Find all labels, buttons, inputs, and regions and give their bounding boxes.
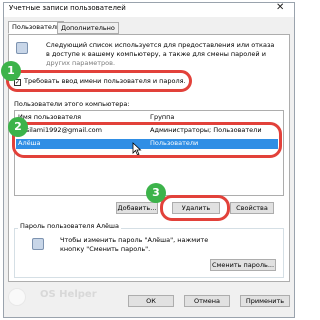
step-badge-3: 3 (146, 183, 166, 203)
highlight-oval-3 (160, 195, 230, 221)
column-header-name[interactable]: Имя пользователя (18, 113, 81, 122)
add-button[interactable]: Добавить... (116, 202, 158, 214)
watermark-text: OS Helper (40, 289, 97, 300)
ok-button[interactable]: ОК (128, 295, 174, 307)
users-icon (16, 42, 28, 54)
step-badge-2: 2 (8, 117, 28, 137)
watermark-logo-icon (8, 288, 26, 306)
intro-line-3: других параметров. (46, 59, 116, 67)
highlight-oval-2 (12, 122, 282, 158)
tab-users[interactable]: Пользователи (8, 21, 65, 34)
close-icon[interactable]: ✕ (276, 2, 284, 13)
window-title: Учетные записи пользователей (9, 4, 126, 12)
apply-button[interactable]: Применить (240, 295, 290, 307)
users-list-label: Пользователи этого компьютера: (14, 100, 130, 108)
password-info-line-1: Чтобы изменить пароль "Алёша", нажмите (60, 236, 209, 244)
highlight-oval-1 (6, 70, 192, 92)
column-header-group[interactable]: Группа (150, 113, 174, 122)
password-section-label: Пароль пользователя Алёша (18, 222, 121, 231)
properties-button[interactable]: Свойства (230, 202, 274, 214)
change-password-button[interactable]: Сменить пароль... (210, 259, 276, 271)
password-info-line-2: кнопку "Сменить пароль". (60, 245, 151, 253)
intro-line-1: Следующий список используется для предос… (46, 41, 275, 49)
tab-advanced[interactable]: Дополнительно (57, 22, 119, 34)
intro-line-2: в доступе к вашему компьютеру, а также д… (46, 50, 266, 58)
user-icon (32, 238, 44, 250)
cancel-button[interactable]: Отмена (184, 295, 230, 307)
step-badge-1: 1 (1, 61, 21, 81)
